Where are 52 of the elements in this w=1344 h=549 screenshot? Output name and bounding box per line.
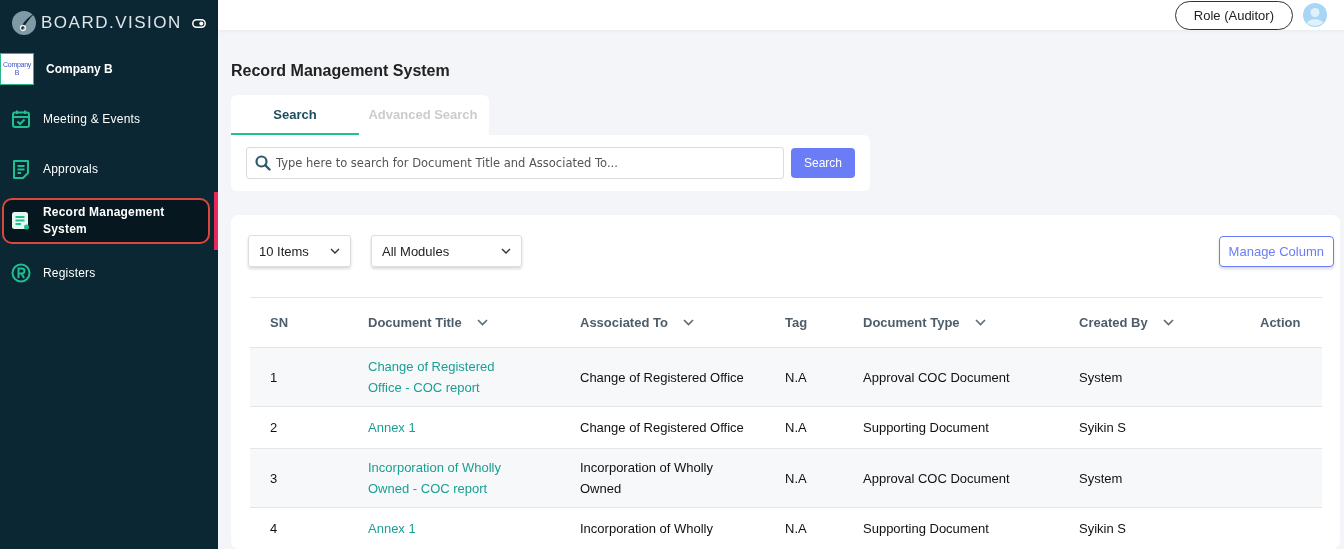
table-cell-text: Syikin S — [1079, 520, 1127, 538]
table-cell-text: N.A — [785, 368, 808, 387]
column-header: Created By — [1079, 315, 1148, 330]
column-header: Tag — [785, 315, 808, 330]
column-header: Document Title — [368, 315, 462, 330]
column-header: Action — [1260, 315, 1301, 330]
chevron-down-icon[interactable] — [682, 319, 694, 326]
logo-icon — [11, 10, 37, 36]
table-cell-text: Change of Registered Office — [580, 419, 745, 437]
table-cell-text: N.A — [785, 419, 808, 437]
chevron-down-icon — [330, 248, 340, 254]
serial-number: 1 — [270, 368, 279, 387]
serial-number: 3 — [270, 469, 279, 488]
table-cell-text: N.A — [785, 520, 808, 538]
table-cell-text: Approval COC Document — [863, 469, 1011, 488]
search-icon — [255, 155, 271, 171]
nav-item[interactable]: Approvals — [2, 146, 210, 192]
table-cell-text: Change of Registered Office — [580, 368, 745, 387]
table-cell-text: N.A — [785, 469, 808, 488]
calendar-icon — [11, 109, 31, 129]
column-header: Associated To — [580, 315, 668, 330]
table-cell-text: Supporting Document — [863, 520, 990, 538]
chevron-down-icon — [501, 248, 511, 254]
table-cell-text: Supporting Document — [863, 419, 990, 437]
nav-item[interactable]: Registers — [2, 250, 210, 296]
table-cell-text: Syikin S — [1079, 419, 1127, 437]
search-button[interactable]: Search — [790, 148, 855, 178]
page-title: Record Management System — [231, 62, 451, 80]
table-cell-text: Incorporation of Wholly Owned — [580, 459, 714, 498]
dropdown[interactable]: 10 Items — [248, 235, 351, 267]
dropdown[interactable]: All Modules — [371, 235, 522, 267]
table-cell-text: Incorporation of Wholly — [580, 520, 714, 538]
chevron-down-icon[interactable] — [1162, 319, 1174, 326]
chevron-down-icon[interactable] — [974, 319, 986, 326]
serial-number: 4 — [270, 520, 279, 538]
column-header: Document Type — [863, 315, 960, 330]
registered-icon — [11, 263, 31, 283]
company-name: Company B — [46, 62, 113, 76]
document-search-icon — [11, 211, 31, 231]
document-icon — [11, 159, 31, 179]
manage-column-button[interactable]: Manage Column — [1218, 235, 1334, 267]
table-cell-text: System — [1079, 469, 1124, 488]
search-field[interactable]: Type here to search for Document Title and Associated To... — [246, 147, 784, 179]
table-cell-text: System — [1079, 368, 1124, 387]
serial-number: 2 — [270, 419, 279, 437]
toggle-icon[interactable] — [192, 18, 206, 28]
role-button[interactable]: Role (Auditor) — [1174, 0, 1293, 30]
table-cell-text: Approval COC Document — [863, 368, 1011, 387]
nav-item[interactable]: Meeting & Events — [2, 96, 210, 142]
brand-name: BOARD.VISION — [41, 13, 183, 33]
chevron-down-icon[interactable] — [476, 319, 488, 326]
column-header: SN — [270, 315, 289, 330]
